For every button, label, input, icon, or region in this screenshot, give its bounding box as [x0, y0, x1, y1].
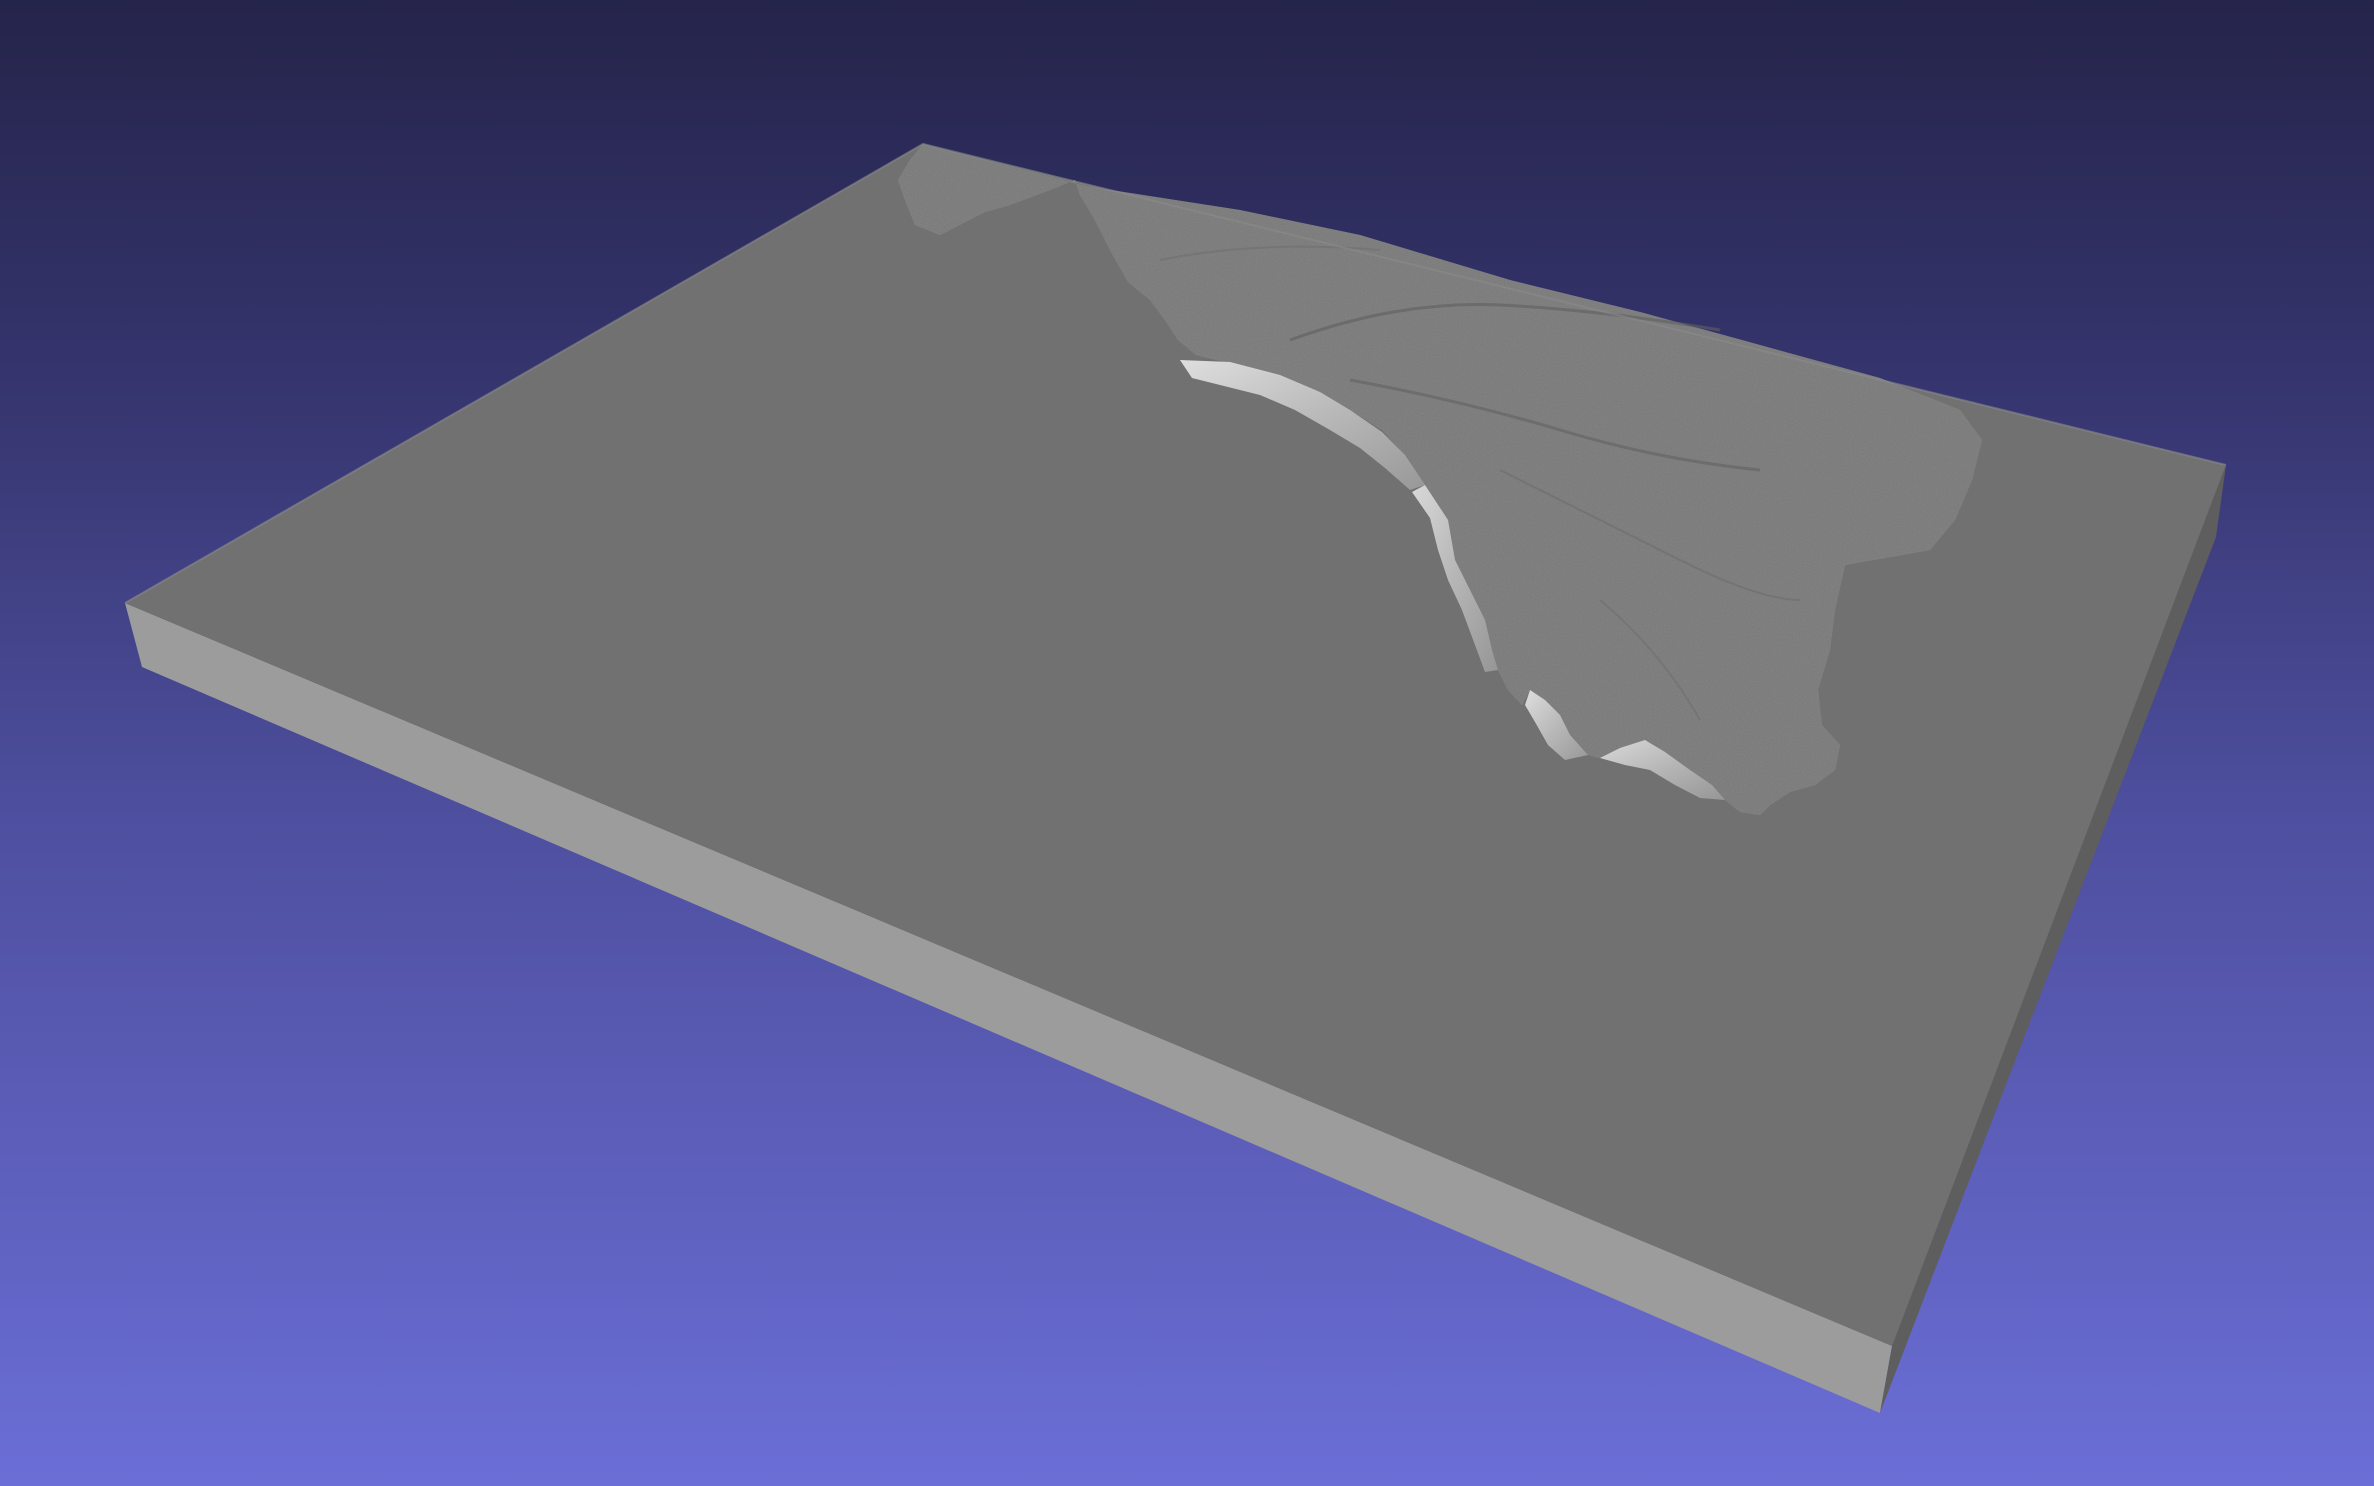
terrain-mesh-render[interactable] [0, 0, 2374, 1486]
3d-viewport[interactable] [0, 0, 2374, 1486]
